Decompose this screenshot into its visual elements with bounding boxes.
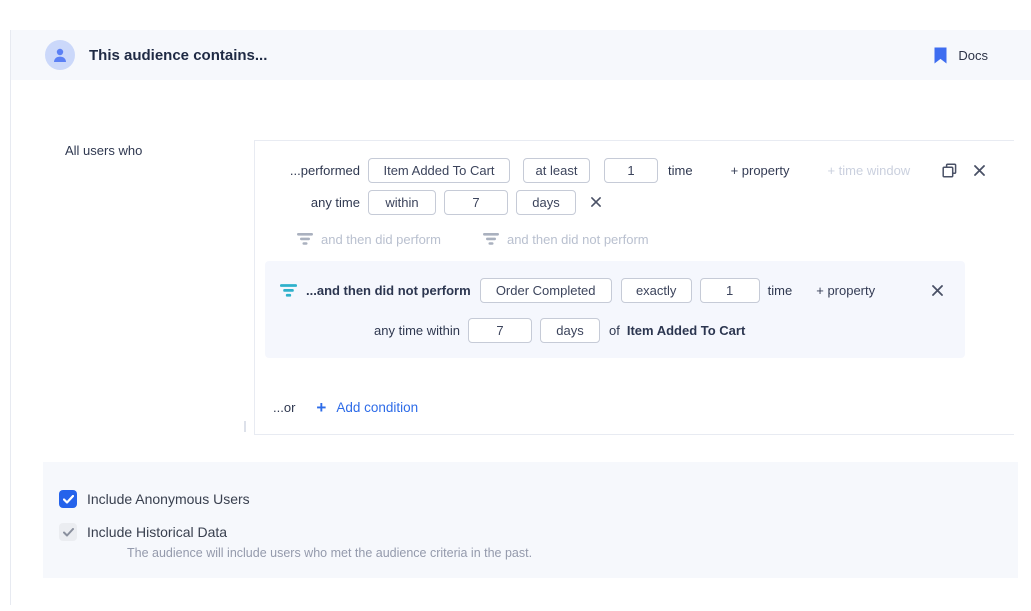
duplicate-icon [942, 163, 957, 178]
sequence-option-label: and then did perform [321, 232, 441, 247]
close-icon [932, 285, 943, 296]
event-select[interactable]: Item Added To Cart [368, 158, 510, 183]
anonymous-users-checkbox[interactable] [59, 490, 77, 508]
condition-group-card: ...performed Item Added To Cart at least… [254, 140, 1014, 435]
any-time-label: any time [255, 195, 360, 210]
performed-condition-row: ...performed Item Added To Cart at least… [255, 157, 1014, 183]
check-icon [63, 528, 74, 537]
subcondition-operator-select[interactable]: exactly [621, 278, 692, 303]
and-then-did-perform-option[interactable]: and then did perform [297, 232, 441, 247]
sequence-option-label: and then did not perform [507, 232, 649, 247]
settings-panel: Include Anonymous Users Include Historic… [43, 462, 1018, 578]
time-suffix-label: time [668, 163, 693, 178]
filter-icon-active [280, 284, 297, 297]
window-unit-select[interactable]: days [516, 190, 576, 215]
remove-subcondition-button[interactable] [930, 283, 945, 298]
connector-tick [244, 421, 246, 432]
subcondition-event-select[interactable]: Order Completed [480, 278, 612, 303]
operator-select[interactable]: at least [523, 158, 590, 183]
any-time-within-label: any time within [265, 323, 460, 338]
and-then-did-not-perform-option[interactable]: and then did not perform [483, 232, 649, 247]
audience-builder-panel: This audience contains... Docs All users… [10, 30, 1031, 605]
check-icon [63, 495, 74, 504]
within-select[interactable]: within [368, 190, 436, 215]
person-icon [51, 46, 69, 64]
audience-avatar-icon [45, 40, 75, 70]
subcondition-window-value-input[interactable] [468, 318, 532, 343]
subcondition-window-unit-select[interactable]: days [540, 318, 600, 343]
close-icon [974, 165, 985, 176]
count-input[interactable] [604, 158, 658, 183]
add-condition-button[interactable]: Add condition [336, 400, 418, 415]
or-label: ...or [273, 400, 295, 415]
of-event-label: Item Added To Cart [627, 323, 745, 338]
panel-header: This audience contains... Docs [11, 30, 1031, 80]
sequence-options-row: and then did perform and then did not pe… [297, 226, 1014, 252]
close-icon [591, 197, 601, 207]
anonymous-users-setting: Include Anonymous Users [59, 490, 250, 508]
time-suffix-label: time [768, 283, 793, 298]
add-condition-row: ...or + Add condition [255, 396, 418, 418]
duplicate-condition-button[interactable] [940, 161, 959, 180]
add-time-window-button[interactable]: + time window [827, 163, 910, 178]
subcondition-card: ...and then did not perform Order Comple… [265, 261, 965, 358]
docs-label: Docs [958, 48, 988, 63]
remove-time-window-button[interactable] [589, 195, 603, 209]
subcondition-count-input[interactable] [700, 278, 760, 303]
historical-data-label: Include Historical Data [87, 524, 227, 540]
docs-link[interactable]: Docs [934, 47, 988, 64]
subcondition-add-property-button[interactable]: + property [816, 283, 875, 298]
filter-icon [297, 233, 313, 245]
subcondition-label: ...and then did not perform [306, 283, 471, 298]
plus-icon: + [316, 399, 326, 416]
remove-condition-button[interactable] [972, 163, 987, 178]
of-label: of [609, 323, 620, 338]
page-title: This audience contains... [89, 47, 267, 64]
time-window-row: any time within days [255, 189, 1014, 215]
subcondition-row: ...and then did not perform Order Comple… [265, 277, 965, 303]
historical-data-description: The audience will include users who met … [127, 546, 532, 560]
historical-data-checkbox[interactable] [59, 523, 77, 541]
anonymous-users-label: Include Anonymous Users [87, 491, 250, 507]
historical-data-setting: Include Historical Data [59, 523, 227, 541]
performed-label: ...performed [255, 163, 360, 178]
bookmark-icon [934, 47, 947, 64]
subcondition-window-row: any time within days of Item Added To Ca… [265, 317, 965, 343]
all-users-who-label: All users who [65, 143, 142, 158]
filter-icon [483, 233, 499, 245]
add-property-button[interactable]: + property [731, 163, 790, 178]
window-value-input[interactable] [444, 190, 508, 215]
